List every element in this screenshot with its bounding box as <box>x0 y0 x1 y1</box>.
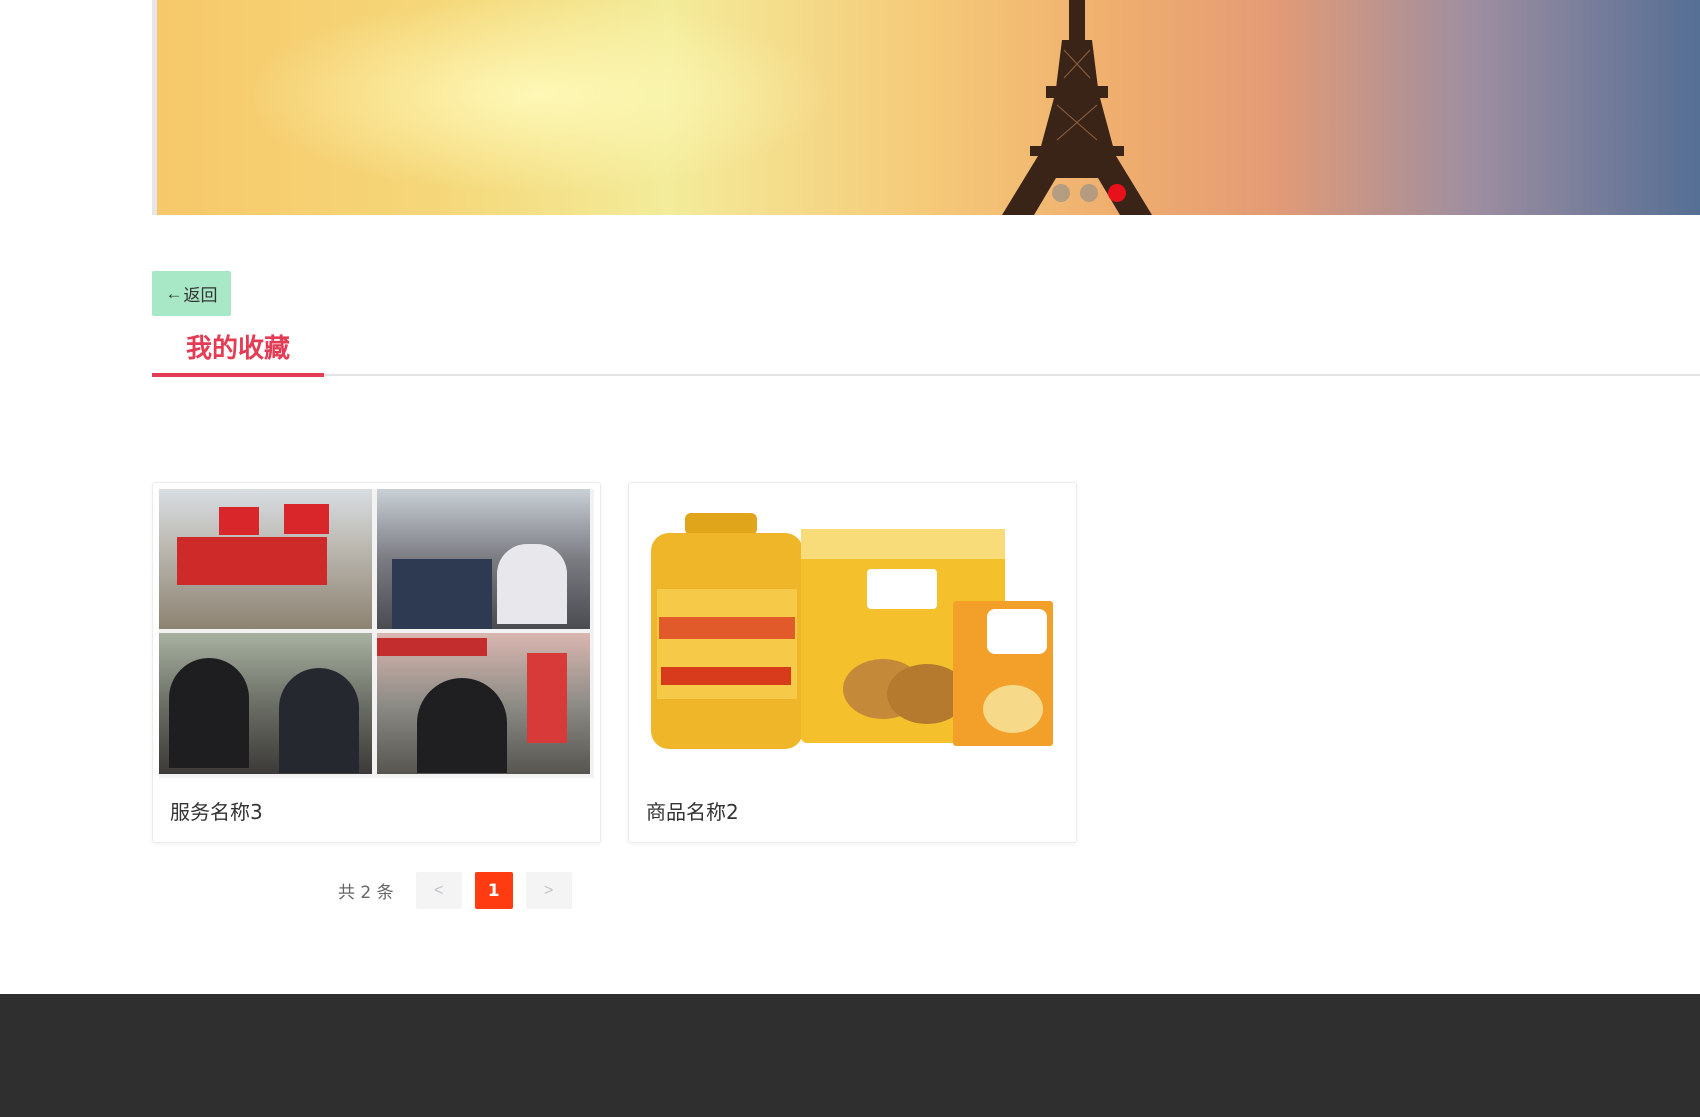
next-page-button[interactable]: > <box>525 872 572 909</box>
tab-my-favorites[interactable]: 我的收藏 <box>152 326 324 377</box>
banner-carousel <box>152 0 1700 215</box>
favorite-card-image <box>635 489 1070 778</box>
pagination: 共 2 条 < 1 > <box>338 872 572 909</box>
carousel-indicators <box>1052 184 1126 202</box>
pagination-total: 共 2 条 <box>338 883 394 903</box>
favorite-card-image <box>159 489 594 778</box>
tab-divider <box>152 374 1700 376</box>
back-button[interactable]: ← 返回 <box>152 271 231 316</box>
favorite-card[interactable]: 商品名称2 <box>628 482 1077 843</box>
favorite-card-title: 服务名称3 <box>170 800 263 824</box>
page-number-current[interactable]: 1 <box>474 872 513 909</box>
tab-my-favorites-label: 我的收藏 <box>185 334 290 364</box>
carousel-dot-1[interactable] <box>1052 184 1070 202</box>
favorite-card-title: 商品名称2 <box>646 800 739 824</box>
prev-page-button[interactable]: < <box>415 872 462 909</box>
favorite-card[interactable]: 服务名称3 <box>152 482 601 843</box>
page-footer <box>0 994 1700 1117</box>
banner-sunset-glow <box>157 0 1700 215</box>
eiffel-tower-image <box>1002 0 1152 215</box>
carousel-dot-3[interactable] <box>1108 184 1126 202</box>
back-arrow-icon: ← <box>165 283 183 303</box>
back-button-label: 返回 <box>183 286 218 305</box>
carousel-dot-2[interactable] <box>1080 184 1098 202</box>
